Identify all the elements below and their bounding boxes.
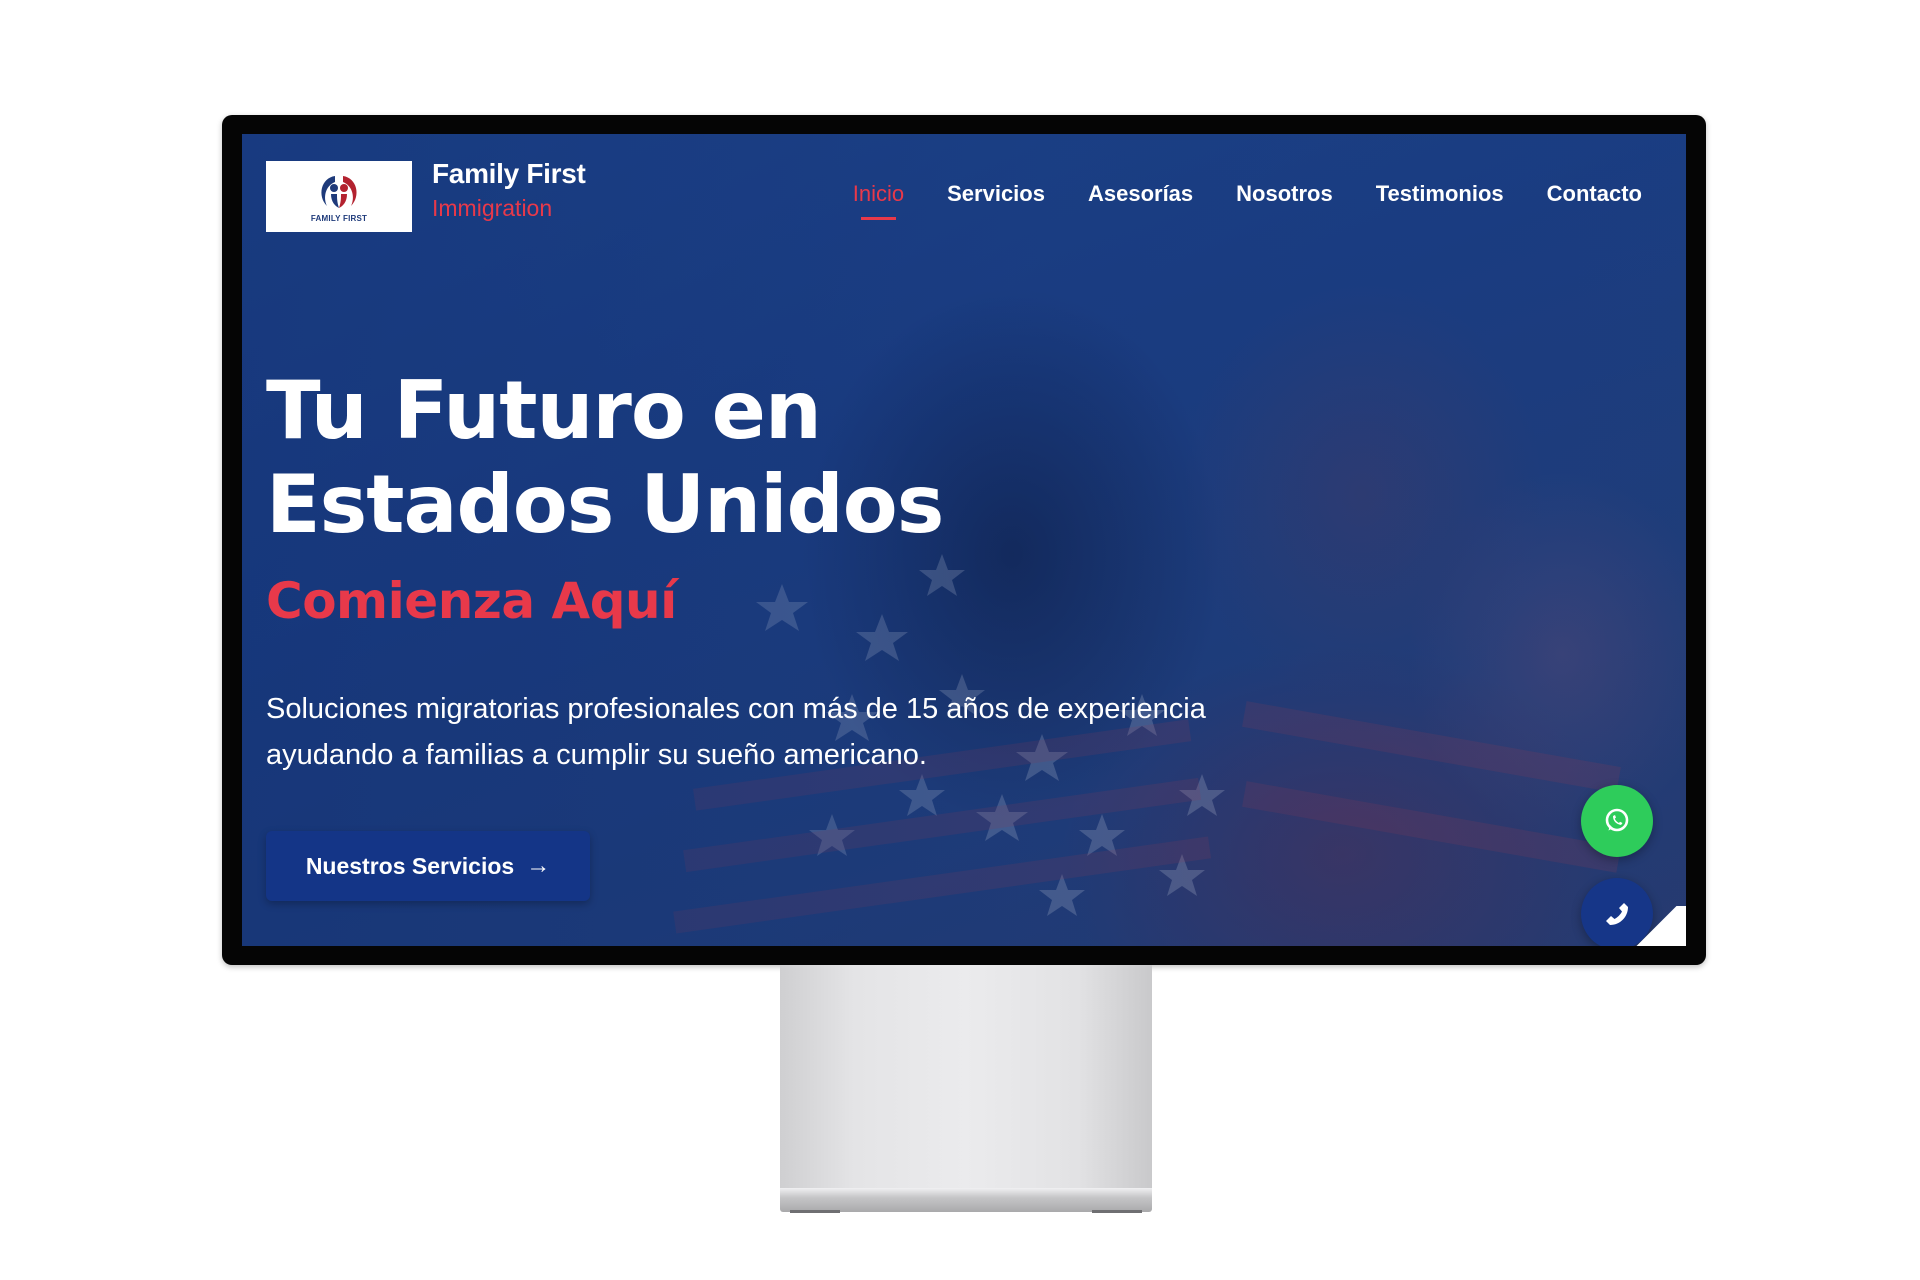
stand-foot-left (790, 1210, 840, 1213)
browser-viewport: FAMILY FIRST Family First Immigration In… (242, 134, 1686, 946)
hero-title: Tu Futuro en Estados Unidos (266, 364, 944, 551)
hero-tagline: Comienza Aquí (266, 572, 677, 630)
services-cta-button[interactable]: Nuestros Servicios → (266, 831, 590, 901)
whatsapp-button[interactable] (1581, 785, 1653, 857)
logo[interactable]: FAMILY FIRST (266, 161, 412, 232)
nav-item-inicio[interactable]: Inicio (853, 181, 904, 220)
nav-item-nosotros[interactable]: Nosotros (1236, 181, 1333, 207)
page-corner (1626, 906, 1686, 946)
logo-caption: FAMILY FIRST (310, 214, 368, 223)
stand-foot-right (1092, 1210, 1142, 1213)
monitor-frame: FAMILY FIRST Family First Immigration In… (222, 115, 1706, 965)
nav-item-contacto[interactable]: Contacto (1547, 181, 1642, 207)
arrow-right-icon: → (526, 852, 551, 879)
hero-description: Soluciones migratorias profesionales con… (266, 693, 1206, 771)
main-nav: Inicio Servicios Asesorías Nosotros Test… (853, 181, 1642, 220)
cta-label: Nuestros Servicios (305, 852, 515, 879)
monitor-stand (780, 965, 1152, 1195)
monitor-stand-base (780, 1188, 1152, 1212)
brand-subtitle: Immigration (432, 195, 553, 221)
brand-name[interactable]: Family First (432, 158, 586, 190)
nav-item-asesorias[interactable]: Asesorías (1088, 181, 1193, 207)
nav-item-testimonios[interactable]: Testimonios (1376, 181, 1504, 207)
whatsapp-icon (1605, 808, 1629, 832)
nav-item-servicios[interactable]: Servicios (947, 181, 1045, 207)
family-logo-icon (321, 176, 357, 208)
